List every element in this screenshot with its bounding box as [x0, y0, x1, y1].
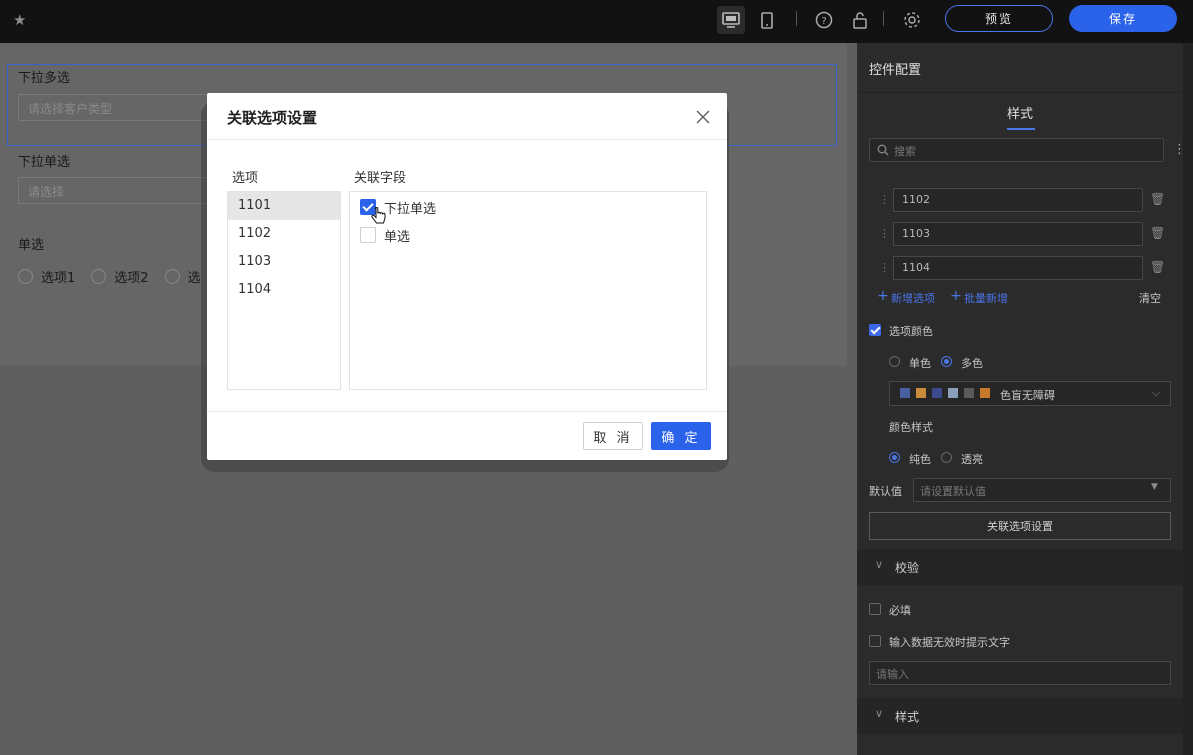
batch-add-link[interactable]: 批量新增	[964, 290, 1008, 306]
option-item-1101[interactable]: 1101	[228, 192, 340, 220]
mono-color-radio[interactable]	[889, 356, 900, 367]
color-scheme-select[interactable]: 色盲无障碍 ⌵	[889, 381, 1171, 406]
validation-section-header[interactable]: ∨ 校验	[857, 549, 1183, 585]
search-input[interactable]: 搜索	[869, 138, 1164, 162]
radio-group: 选项1 选项2 选	[18, 267, 201, 286]
link-options-button[interactable]: 关联选项设置	[869, 512, 1171, 540]
options-column-label: 选项	[232, 171, 259, 186]
caret-down-icon: ▼	[1151, 482, 1158, 492]
trash-icon[interactable]: 🗑	[1150, 226, 1165, 240]
invalid-hint-checkbox[interactable]	[869, 635, 881, 647]
option-item-1102[interactable]: 1102	[228, 220, 340, 248]
mono-color-label: 单色	[909, 357, 931, 370]
option-input[interactable]: 1102	[893, 188, 1143, 212]
radio-group-label: 单选	[18, 238, 45, 253]
desktop-view-icon[interactable]	[717, 6, 745, 34]
color-swatch	[980, 388, 990, 398]
color-swatch	[916, 388, 926, 398]
checkbox-unchecked[interactable]	[360, 227, 376, 243]
options-list: 1101 1102 1103 1104	[227, 191, 341, 390]
invalid-hint-input[interactable]: 请输入	[869, 661, 1171, 685]
link-options-modal: 关联选项设置 选项 关联字段 1101 1102 1103 1104 下拉单选 …	[207, 93, 727, 460]
multi-color-radio[interactable]	[941, 356, 952, 367]
multi-select-label: 下拉多选	[18, 71, 71, 86]
style-section-header[interactable]: ∨ 样式	[857, 698, 1183, 734]
option-item-1103[interactable]: 1103	[228, 248, 340, 276]
control-config-panel: 控件配置 样式 搜索 ⋮ ⋮⋮ 1102 🗑 ⋮⋮ 1103 🗑 ⋮⋮ 1104…	[857, 43, 1186, 755]
option-color-label: 选项颜色	[889, 325, 933, 338]
scrollbar[interactable]	[1183, 43, 1193, 755]
trash-icon[interactable]: 🗑	[1150, 192, 1165, 206]
fields-column-label: 关联字段	[354, 171, 407, 186]
color-scheme-value: 色盲无障碍	[1000, 389, 1055, 402]
radio-option[interactable]: 选项2	[91, 267, 149, 286]
option-item-1104[interactable]: 1104	[228, 276, 340, 304]
field-item-radio[interactable]: 单选	[360, 225, 410, 245]
confirm-button[interactable]: 确 定	[651, 422, 711, 450]
solid-label: 纯色	[909, 453, 931, 466]
modal-header: 关联选项设置	[207, 93, 727, 140]
toolbar-divider	[796, 11, 797, 26]
preview-button[interactable]: 预览	[945, 5, 1053, 32]
chevron-down-icon: ∨	[875, 558, 884, 571]
active-tab-indicator	[1007, 128, 1035, 130]
multi-color-label: 多色	[961, 357, 983, 370]
panel-title: 控件配置	[869, 63, 922, 78]
option-input[interactable]: 1103	[893, 222, 1143, 246]
tab-style[interactable]: 样式	[857, 92, 1183, 130]
default-value-select[interactable]: 请设置默认值	[913, 478, 1171, 502]
color-style-label: 颜色样式	[889, 421, 933, 434]
radio-circle-icon	[18, 269, 33, 284]
help-icon[interactable]: ?	[810, 6, 838, 34]
color-swatch	[948, 388, 958, 398]
default-value-label: 默认值	[869, 485, 902, 498]
top-toolbar: ★ ? 预览 保存	[0, 0, 1193, 43]
transparent-label: 透亮	[961, 453, 983, 466]
plus-icon: +	[877, 288, 889, 304]
mobile-view-icon[interactable]	[753, 6, 781, 34]
plus-icon: +	[950, 288, 962, 304]
option-input[interactable]: 1104	[893, 256, 1143, 280]
star-icon[interactable]: ★	[13, 11, 26, 29]
modal-title: 关联选项设置	[227, 109, 318, 127]
radio-circle-icon	[91, 269, 107, 284]
search-icon	[877, 144, 889, 156]
toolbar-divider	[883, 11, 884, 26]
trash-icon[interactable]: 🗑	[1150, 260, 1165, 274]
close-icon[interactable]	[693, 107, 713, 127]
hand-cursor-icon	[371, 207, 386, 224]
multi-select-input[interactable]: 请选择客户类型	[18, 94, 218, 121]
single-select-label: 下拉单选	[18, 155, 71, 170]
single-select-input[interactable]: 请选择	[18, 177, 218, 204]
modal-footer: 取 消 确 定	[207, 411, 727, 460]
cancel-button[interactable]: 取 消	[583, 422, 643, 450]
radio-option[interactable]: 选项1	[18, 267, 75, 286]
save-button[interactable]: 保存	[1069, 5, 1177, 32]
required-checkbox[interactable]	[869, 603, 881, 615]
radio-option[interactable]: 选	[164, 267, 201, 286]
chevron-down-icon: ∨	[875, 707, 884, 720]
required-label: 必填	[889, 604, 911, 617]
transparent-radio[interactable]	[941, 452, 952, 463]
add-option-link[interactable]: 新增选项	[891, 290, 935, 306]
solid-radio[interactable]	[889, 452, 900, 463]
color-swatch	[964, 388, 974, 398]
clear-link[interactable]: 清空	[1139, 290, 1161, 306]
lock-icon[interactable]	[846, 6, 874, 34]
color-swatch	[900, 388, 910, 398]
linked-fields-list: 下拉单选 单选	[349, 191, 707, 390]
color-swatch	[932, 388, 942, 398]
radio-circle-icon	[164, 269, 180, 284]
chevron-down-icon: ⌵	[1152, 386, 1161, 399]
invalid-hint-label: 输入数据无效时提示文字	[889, 636, 1010, 649]
option-color-checkbox[interactable]	[869, 324, 881, 336]
gear-icon[interactable]	[898, 6, 926, 34]
svg-text:?: ?	[821, 16, 826, 27]
